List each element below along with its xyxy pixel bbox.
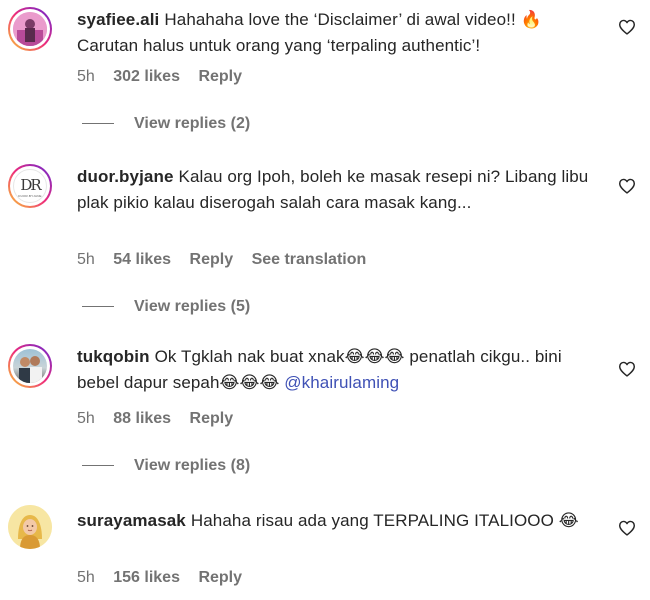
heart-outline-icon[interactable]	[618, 361, 636, 377]
comments-list: syafiee.ali Hahahaha love the ‘Disclaimer…	[0, 0, 650, 600]
reply-button[interactable]: Reply	[198, 569, 242, 586]
heart-outline-icon[interactable]	[618, 520, 636, 536]
like-count[interactable]: 302 likes	[113, 68, 180, 85]
avatar[interactable]	[8, 505, 52, 549]
avatar-photo	[19, 356, 42, 383]
view-replies-button[interactable]: View replies (5)	[82, 298, 250, 316]
like-count[interactable]: 156 likes	[113, 569, 180, 586]
comment-meta: 5h 302 likes Reply	[77, 68, 256, 86]
comment-meta: 5h 54 likes Reply See translation	[77, 251, 380, 269]
view-replies-label: View replies (2)	[134, 115, 251, 132]
comment-username[interactable]: syafiee.ali	[77, 10, 159, 29]
comment-time: 5h	[77, 68, 95, 85]
avatar[interactable]	[8, 7, 52, 51]
comment-username[interactable]: duor.byjane	[77, 167, 174, 186]
laughing-emoji: 😂😂😂	[219, 373, 280, 392]
comment-time: 5h	[77, 410, 95, 427]
view-replies-button[interactable]: View replies (8)	[82, 457, 250, 475]
comment-text: Ok Tgklah nak buat xnak	[154, 347, 345, 366]
comment-time: 5h	[77, 569, 95, 586]
heart-outline-icon[interactable]	[618, 19, 636, 35]
comment-meta: 5h 88 likes Reply	[77, 410, 247, 428]
avatar[interactable]: DR DUOR.BYJANE	[8, 164, 52, 208]
laughing-emoji: 😂😂😂	[344, 347, 405, 366]
comment-body: duor.byjane Kalau org Ipoh, boleh ke masa…	[77, 164, 597, 216]
reply-button[interactable]: Reply	[190, 410, 234, 427]
avatar-photo	[13, 12, 47, 46]
see-translation-button[interactable]: See translation	[252, 251, 367, 268]
comment-text: Hahaha risau ada yang TERPALING ITALIOOO	[190, 511, 554, 530]
comment-time: 5h	[77, 251, 95, 268]
comment-username[interactable]: tukqobin	[77, 347, 150, 366]
avatar[interactable]	[8, 344, 52, 388]
reply-button[interactable]: Reply	[190, 251, 234, 268]
replies-divider	[82, 465, 114, 467]
like-count[interactable]: 88 likes	[113, 410, 171, 427]
avatar-caption: DUOR.BYJANE	[18, 194, 42, 198]
laughing-emoji: 😂	[558, 511, 579, 530]
avatar-illustration	[8, 505, 52, 549]
heart-outline-icon[interactable]	[618, 178, 636, 194]
replies-divider	[82, 306, 114, 308]
comment-body: surayamasak Hahaha risau ada yang TERPALI…	[77, 508, 597, 534]
like-count[interactable]: 54 likes	[113, 251, 171, 268]
view-replies-label: View replies (8)	[134, 457, 251, 474]
view-replies-label: View replies (5)	[134, 298, 251, 315]
comment-meta: 5h 156 likes Reply	[77, 569, 256, 587]
comment-body: tukqobin Ok Tgklah nak buat xnak😂😂😂 penat…	[77, 344, 597, 396]
replies-divider	[82, 123, 114, 125]
comment-username[interactable]: surayamasak	[77, 511, 186, 530]
view-replies-button[interactable]: View replies (2)	[82, 115, 250, 133]
mention-link[interactable]: @khairulaming	[284, 373, 399, 392]
reply-button[interactable]: Reply	[198, 68, 242, 85]
comment-body: syafiee.ali Hahahaha love the ‘Disclaimer…	[77, 7, 597, 59]
avatar-monogram: DR	[20, 176, 41, 194]
